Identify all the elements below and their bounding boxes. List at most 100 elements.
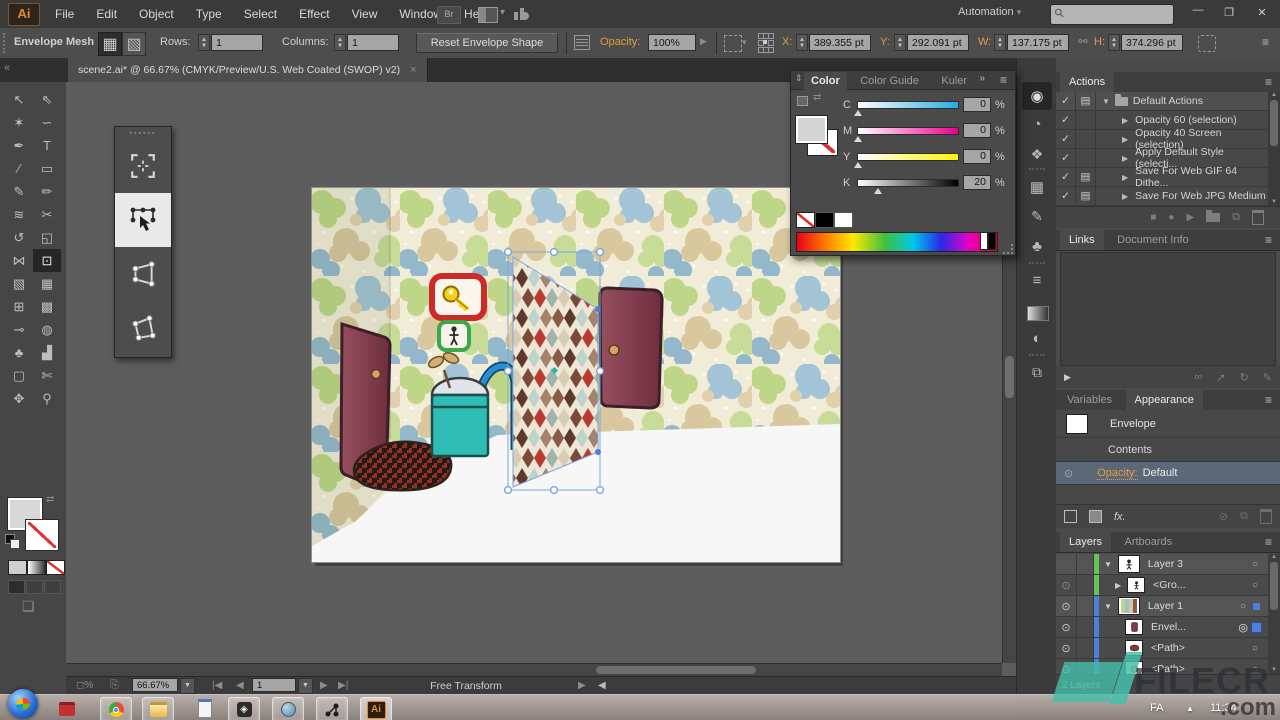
close-button[interactable]: ✕	[1247, 6, 1277, 19]
tab-kuler[interactable]: Kuler	[932, 72, 976, 90]
document-tab[interactable]: scene2.ai* @ 66.67% (CMYK/Preview/U.S. W…	[68, 58, 428, 82]
delete-item-icon[interactable]	[1260, 509, 1272, 524]
expand-icon[interactable]: ▶	[1122, 173, 1128, 182]
search-box[interactable]: ⚲	[1050, 4, 1174, 25]
prev-artboard-icon[interactable]: ◀	[236, 680, 244, 691]
scroll-down-icon[interactable]: ▼	[1268, 667, 1280, 673]
action-row[interactable]: ✓▤ ▶ Save For Web JPG Medium	[1056, 187, 1268, 206]
vertical-scrollbar-thumb[interactable]	[1005, 356, 1014, 398]
touch-widget-icon[interactable]	[115, 193, 171, 247]
y-field[interactable]	[907, 34, 969, 51]
new-action-icon[interactable]: ⧉	[1232, 211, 1240, 224]
style-caret-icon[interactable]: ▾	[742, 37, 747, 48]
layer-thumbnail[interactable]	[1118, 555, 1140, 573]
spectrum-white[interactable]	[980, 232, 988, 250]
menu-file[interactable]: File	[44, 0, 85, 28]
layer-row[interactable]: ⊙ ▼ Layer 1 ○	[1056, 596, 1268, 617]
status-collapse-icon[interactable]: ◀	[598, 680, 606, 691]
rows-stepper[interactable]: ▲▼	[198, 34, 210, 51]
stop-icon[interactable]: ■	[1150, 212, 1156, 223]
pen-tool[interactable]: ✒	[5, 134, 33, 157]
menu-view[interactable]: View	[341, 0, 389, 28]
none-mode-button[interactable]	[46, 560, 65, 575]
layer-name[interactable]: <Gro...	[1153, 579, 1185, 591]
edit-original-icon[interactable]: ✎	[1263, 371, 1272, 384]
dock-stroke-icon[interactable]: ≡	[1022, 272, 1052, 289]
next-artboard-icon[interactable]: ▶	[320, 680, 328, 691]
direct-selection-tool[interactable]: ⇖	[33, 88, 61, 111]
layer-name[interactable]: Layer 3	[1148, 558, 1183, 570]
export-icon[interactable]: ⎘	[110, 679, 119, 692]
color-mode-button[interactable]	[8, 560, 27, 575]
color-menu-icon[interactable]: ≡	[1000, 73, 1007, 87]
tab-color[interactable]: Color	[804, 72, 847, 90]
new-set-folder-icon[interactable]	[1206, 213, 1220, 222]
panel-resize-grip[interactable]	[1003, 244, 1013, 254]
layer-lock-cell[interactable]	[1077, 638, 1094, 658]
links-menu-icon[interactable]: ≡	[1265, 233, 1272, 247]
rotate-tool[interactable]: ↺	[5, 226, 33, 249]
opacity-flyout-icon[interactable]: ▶	[700, 36, 707, 47]
action-row[interactable]: ✓▤ ▶ Save For Web GIF 64 Dithe...	[1056, 168, 1268, 187]
expand-icon[interactable]: ▶	[1122, 192, 1128, 201]
delete-icon[interactable]	[1252, 210, 1264, 225]
taskbar-unity-icon[interactable]: ◈	[228, 697, 260, 720]
appearance-menu-icon[interactable]: ≡	[1265, 393, 1272, 407]
workspace-caret-icon[interactable]: ▾	[500, 7, 505, 18]
tab-color-guide[interactable]: Color Guide	[851, 72, 928, 90]
dock-artboards-icon[interactable]: ⧉	[1022, 364, 1052, 381]
mesh-tool[interactable]: ⊞	[5, 295, 33, 318]
appearance-row-opacity[interactable]: ⊙ Opacity: Default	[1056, 462, 1280, 485]
spectrum-black[interactable]	[988, 232, 996, 250]
scroll-up-icon[interactable]: ▲	[1268, 92, 1280, 98]
action-check[interactable]: ✓	[1056, 130, 1076, 148]
taskbar-notepad-icon[interactable]	[190, 697, 220, 720]
hand-tool[interactable]: ✥	[5, 387, 33, 410]
zoom-tool[interactable]: ⚲	[33, 387, 61, 410]
dock-symbols-icon[interactable]: ♣	[1022, 238, 1052, 255]
control-bar-grip[interactable]	[3, 33, 8, 53]
blend-tool[interactable]: ◍	[33, 318, 61, 341]
expand-icon[interactable]: ▶	[1122, 154, 1128, 163]
h-stepper[interactable]: ▲▼	[1108, 34, 1120, 51]
layer-thumbnail[interactable]	[1127, 577, 1145, 593]
collapse-dock-icon[interactable]: «	[4, 62, 10, 74]
w-stepper[interactable]: ▲▼	[994, 34, 1006, 51]
channel-k-slider[interactable]	[857, 179, 959, 187]
line-segment-tool[interactable]: ∕	[5, 157, 33, 180]
actions-scroll-thumb[interactable]	[1270, 100, 1278, 146]
free-distort-icon[interactable]	[115, 301, 171, 355]
artboard-caret-icon[interactable]: ▼	[298, 678, 313, 694]
layer-expand-icon[interactable]: ▶	[1115, 581, 1121, 590]
links-flyout-icon[interactable]: ▶	[1064, 372, 1071, 383]
white-swatch[interactable]	[834, 212, 853, 228]
action-dialog-icon[interactable]: ▤	[1076, 92, 1096, 110]
black-swatch[interactable]	[815, 212, 834, 228]
scale-tool[interactable]: ◱	[33, 226, 61, 249]
menu-select[interactable]: Select	[233, 0, 288, 28]
layer-row[interactable]: ▼ Layer 3 ○	[1056, 554, 1268, 575]
action-dialog-icon[interactable]: ▤	[1076, 168, 1096, 186]
bridge-icon[interactable]: Br	[437, 6, 461, 24]
layer-row[interactable]: ⊙ ▶ <Gro... ○	[1056, 575, 1268, 596]
layer-target-icon[interactable]: ○	[1252, 580, 1258, 591]
dock-transparency-icon[interactable]: ◐	[1022, 330, 1052, 347]
clear-appearance-icon[interactable]: ⊘	[1219, 510, 1228, 523]
collapse-panels-icon[interactable]: »	[979, 73, 985, 84]
menu-effect[interactable]: Effect	[288, 0, 340, 28]
draw-normal-button[interactable]	[8, 580, 25, 594]
swap-fill-stroke-icon[interactable]: ⇄	[46, 494, 54, 505]
dock-brushes-icon[interactable]: ✎	[1022, 208, 1052, 225]
expand-icon[interactable]: ▼	[1102, 97, 1110, 106]
update-link-icon[interactable]: ↻	[1240, 371, 1249, 384]
layer-expand-icon[interactable]: ▼	[1104, 602, 1112, 611]
scroll-up-icon[interactable]: ▲	[1268, 554, 1280, 560]
dock-color-guide-icon[interactable]: ◔	[1022, 116, 1052, 133]
go-to-link-icon[interactable]: ➚	[1216, 371, 1225, 384]
layer-selection-indicator[interactable]	[1251, 622, 1262, 633]
channel-c-field[interactable]	[963, 97, 991, 112]
layers-scrollbar[interactable]: ▲ ▼	[1268, 554, 1280, 674]
channel-y-field[interactable]	[963, 149, 991, 164]
last-artboard-icon[interactable]: ▶|	[338, 680, 348, 691]
screen-mode-icon[interactable]: ❏	[22, 598, 35, 615]
